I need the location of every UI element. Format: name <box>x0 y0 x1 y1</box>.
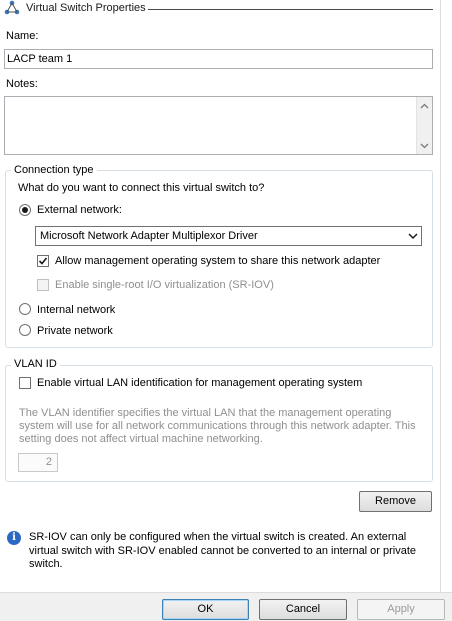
ok-button[interactable]: OK <box>162 599 249 620</box>
cancel-button[interactable]: Cancel <box>259 599 347 620</box>
scroll-up-icon[interactable] <box>417 98 432 113</box>
notes-textarea[interactable] <box>4 96 433 155</box>
network-adapter-value: Microsoft Network Adapter Multiplexor Dr… <box>40 230 258 242</box>
vlan-enable-label[interactable]: Enable virtual LAN identification for ma… <box>37 377 362 389</box>
chevron-down-icon <box>408 231 418 243</box>
checkmark-icon <box>38 257 48 265</box>
sriov-checkbox <box>37 279 49 291</box>
header-divider <box>148 9 433 10</box>
vlan-title: VLAN ID <box>11 358 60 370</box>
allow-management-label[interactable]: Allow management operating system to sha… <box>55 255 380 267</box>
network-adapter-select[interactable]: Microsoft Network Adapter Multiplexor Dr… <box>35 226 422 246</box>
internal-network-label[interactable]: Internal network <box>37 304 115 316</box>
internal-network-radio[interactable] <box>19 303 31 315</box>
external-network-radio[interactable] <box>19 204 31 216</box>
vlan-description: The VLAN identifier specifies the virtua… <box>19 407 416 445</box>
network-switch-icon <box>4 0 20 16</box>
external-network-label[interactable]: External network: <box>37 204 122 216</box>
name-label: Name: <box>6 30 39 42</box>
scroll-down-icon[interactable] <box>417 138 432 153</box>
sriov-label: Enable single-root I/O virtualization (S… <box>55 279 274 291</box>
name-input[interactable] <box>4 49 433 69</box>
private-network-label[interactable]: Private network <box>37 325 113 337</box>
notes-label: Notes: <box>6 78 38 90</box>
private-network-radio[interactable] <box>19 324 31 336</box>
allow-management-checkbox[interactable] <box>37 255 49 267</box>
panel-border <box>440 0 441 621</box>
info-icon: i <box>7 531 21 545</box>
vlan-enable-checkbox[interactable] <box>19 377 31 389</box>
connection-question: What do you want to connect this virtual… <box>18 182 265 194</box>
page-title: Virtual Switch Properties <box>26 2 146 14</box>
remove-button[interactable]: Remove <box>359 491 432 512</box>
apply-button: Apply <box>357 599 445 620</box>
vlan-id-input: 2 <box>18 453 58 472</box>
connection-type-title: Connection type <box>11 164 97 176</box>
notes-scrollbar[interactable] <box>416 97 432 154</box>
sriov-info-note: SR-IOV can only be configured when the v… <box>29 531 417 570</box>
